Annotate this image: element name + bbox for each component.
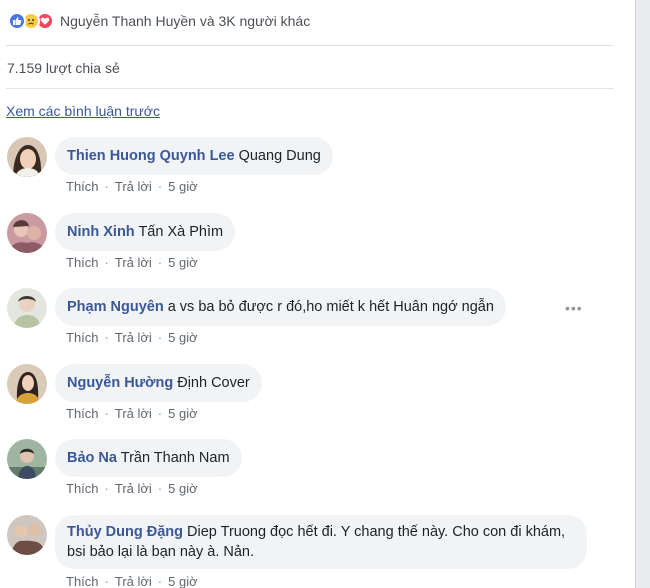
comment-text: Tấn Xà Phìm (138, 224, 224, 240)
comment-author[interactable]: Thủy Dung Đặng (67, 524, 183, 540)
like-icon[interactable] (8, 12, 26, 30)
shares-count[interactable]: 7.159 lượt chia sẻ (7, 60, 120, 76)
like-link[interactable]: Thích (66, 406, 99, 421)
comment-author[interactable]: Thien Huong Quynh Lee (67, 148, 235, 164)
separator: · (157, 406, 163, 421)
comment-actions: Thích · Trả lời · 5 giờ (66, 330, 198, 345)
separator: · (104, 481, 109, 496)
comment-actions: Thích · Trả lời · 5 giờ (66, 255, 198, 270)
avatar[interactable] (7, 137, 47, 177)
comment-timestamp[interactable]: 5 giờ (168, 330, 198, 345)
comment-timestamp[interactable]: 5 giờ (168, 255, 198, 270)
comment-actions: Thích · Trả lời · 5 giờ (66, 574, 198, 588)
comment-bubble: Ninh Xinh Tấn Xà Phìm (55, 213, 236, 251)
view-previous-comments-link[interactable]: Xem các bình luận trước (6, 103, 160, 119)
comment-text: Định Cover (177, 375, 250, 391)
reply-link[interactable]: Trả lời (115, 481, 152, 496)
avatar[interactable] (7, 515, 47, 555)
comment-timestamp[interactable]: 5 giờ (168, 481, 198, 496)
comment-timestamp[interactable]: 5 giờ (168, 574, 198, 588)
avatar[interactable] (7, 288, 47, 328)
comment-text: Quang Dung (238, 148, 321, 164)
separator: · (157, 574, 163, 588)
divider (6, 45, 613, 46)
comments-panel: Nguyễn Thanh Huyền và 3K người khác 7.15… (0, 0, 636, 588)
separator: · (157, 481, 163, 496)
separator: · (104, 406, 109, 421)
avatar[interactable] (7, 364, 47, 404)
separator: · (157, 330, 163, 345)
like-link[interactable]: Thích (66, 574, 99, 588)
separator: · (104, 330, 109, 345)
separator: · (104, 574, 109, 588)
reactions-bar[interactable]: Nguyễn Thanh Huyền và 3K người khác (8, 10, 310, 32)
comment-actions: Thích · Trả lời · 5 giờ (66, 179, 198, 194)
separator: · (104, 255, 109, 270)
separator: · (157, 179, 163, 194)
comment-timestamp[interactable]: 5 giờ (168, 406, 198, 421)
comment-text: Trần Thanh Nam (120, 450, 230, 466)
reactions-summary[interactable]: Nguyễn Thanh Huyền và 3K người khác (60, 13, 310, 29)
comment-actions: Thích · Trả lời · 5 giờ (66, 481, 198, 496)
comment-actions: Thích · Trả lời · 5 giờ (66, 406, 198, 421)
like-link[interactable]: Thích (66, 255, 99, 270)
comment-author[interactable]: Ninh Xinh (67, 224, 135, 240)
reply-link[interactable]: Trả lời (115, 330, 152, 345)
like-link[interactable]: Thích (66, 330, 99, 345)
separator: · (157, 255, 163, 270)
like-link[interactable]: Thích (66, 179, 99, 194)
comment-bubble: Phạm Nguyên a vs ba bỏ được r đó,ho miết… (55, 288, 506, 326)
comment-bubble: Bảo Na Trần Thanh Nam (55, 439, 242, 477)
separator: · (104, 179, 109, 194)
comment-bubble: Nguyễn Hường Định Cover (55, 364, 262, 402)
comment-text: a vs ba bỏ được r đó,ho miết k hết Huân … (167, 299, 494, 315)
comment-author[interactable]: Bảo Na (67, 450, 117, 466)
reply-link[interactable]: Trả lời (115, 574, 152, 588)
comment-bubble: Thien Huong Quynh Lee Quang Dung (55, 137, 333, 175)
reply-link[interactable]: Trả lời (115, 406, 152, 421)
like-link[interactable]: Thích (66, 481, 99, 496)
divider (6, 88, 613, 89)
avatar[interactable] (7, 439, 47, 479)
comment-author[interactable]: Phạm Nguyên (67, 299, 164, 315)
reply-link[interactable]: Trả lời (115, 179, 152, 194)
reply-link[interactable]: Trả lời (115, 255, 152, 270)
comment-bubble: Thủy Dung Đặng Diep Truong đọc hết đi. Y… (55, 515, 587, 569)
avatar[interactable] (7, 213, 47, 253)
more-options-icon[interactable]: ••• (565, 300, 583, 316)
comment-author[interactable]: Nguyễn Hường (67, 375, 173, 391)
comment-timestamp[interactable]: 5 giờ (168, 179, 198, 194)
